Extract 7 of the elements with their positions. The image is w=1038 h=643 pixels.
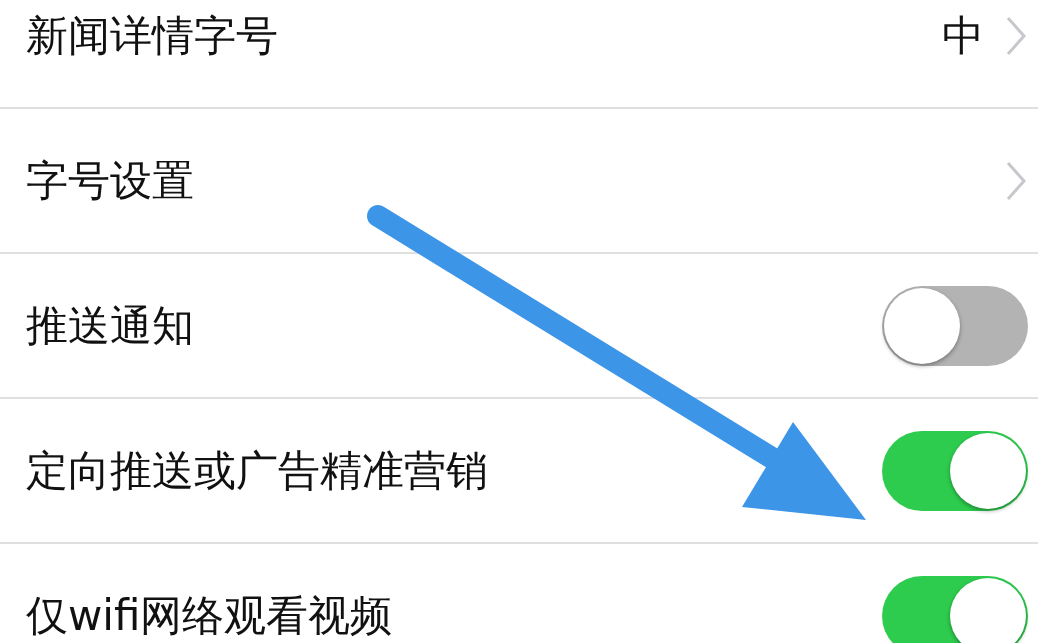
- setting-label: 字号设置: [26, 155, 195, 207]
- setting-label: 定向推送或广告精准营销: [26, 445, 489, 497]
- setting-label: 推送通知: [26, 300, 195, 352]
- setting-value: 中: [942, 10, 984, 62]
- setting-label: 新闻详情字号: [26, 10, 279, 62]
- setting-label: 仅wifi网络观看视频: [26, 590, 394, 642]
- toggle-switch[interactable]: [882, 575, 1028, 643]
